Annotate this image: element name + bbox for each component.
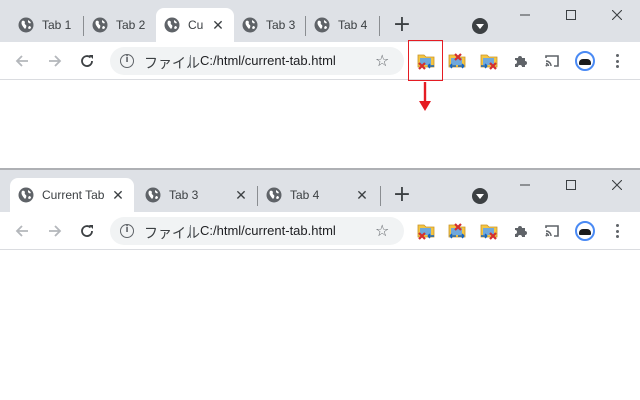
close-tab-icon[interactable]: ✕ [233,187,249,203]
browser-window-after: Current Tab ✕ Tab 3 ✕ Tab 4 ✕ + i ファイル C… [0,170,640,400]
omnibox-divider [190,55,191,68]
close-tab-icon[interactable]: ✕ [210,17,226,33]
profile-avatar[interactable] [575,221,595,241]
tab-search-dropdown-icon[interactable] [472,18,488,34]
tab-strip: Tab 1 Tab 2 Cu ✕ Tab 3 Tab 4 + [0,0,640,42]
tab-strip: Current Tab ✕ Tab 3 ✕ Tab 4 ✕ + [0,170,640,212]
tab-2[interactable]: Tab 2 [84,8,156,42]
reload-button[interactable] [75,219,99,243]
globe-icon [18,187,34,203]
reload-icon [79,223,95,239]
close-window-button[interactable] [594,0,640,30]
omnibox-divider [190,225,191,238]
minimize-button[interactable] [502,0,548,30]
extension-highlight-box [408,40,443,81]
cast-icon[interactable] [544,223,560,239]
browser-window-before: Tab 1 Tab 2 Cu ✕ Tab 3 Tab 4 + i ファイル C:… [0,0,640,169]
tab-current-active[interactable]: Cu ✕ [156,8,234,42]
cast-icon[interactable] [544,53,560,69]
close-tab-icon[interactable]: ✕ [110,187,126,203]
maximize-button[interactable] [548,170,594,200]
tab-title: Tab 4 [290,188,320,202]
close-other-tabs-extension-icon[interactable] [447,221,467,241]
tab-title: Current Tab [42,188,105,202]
info-icon[interactable]: i [120,54,134,68]
close-other-tabs-extension-icon[interactable] [447,51,467,71]
globe-icon [266,187,282,203]
globe-icon [18,17,34,33]
reload-icon [79,53,95,69]
star-icon[interactable]: ☆ [375,51,389,70]
tab-search-dropdown-icon[interactable] [472,188,488,204]
back-button[interactable] [10,49,34,73]
toolbar: i ファイル C:/html/current-tab.html ☆ [0,42,640,80]
globe-icon [164,17,180,33]
forward-arrow-icon [47,53,63,69]
puzzle-icon[interactable] [512,223,528,239]
back-button[interactable] [10,219,34,243]
address-bar[interactable]: i ファイル C:/html/current-tab.html ☆ [110,47,404,75]
kebab-menu-icon[interactable] [609,223,625,239]
tab-title: Tab 3 [169,188,199,202]
reload-button[interactable] [75,49,99,73]
close-window-button[interactable] [594,170,640,200]
kebab-menu-icon[interactable] [609,53,625,69]
site-label: ファイル [144,55,200,71]
back-arrow-icon [14,53,30,69]
url-text[interactable]: C:/html/current-tab.html [200,223,336,238]
star-icon[interactable]: ☆ [375,221,389,240]
maximize-button[interactable] [548,0,594,30]
site-label: ファイル [144,225,200,241]
tab-4[interactable]: Tab 4 ✕ [258,178,378,212]
globe-icon [92,17,108,33]
url-text[interactable]: C:/html/current-tab.html [200,53,336,68]
tab-title: Tab 1 [42,18,72,32]
forward-button[interactable] [43,219,67,243]
new-tab-button[interactable]: + [390,184,414,208]
close-tabs-right-extension-icon[interactable] [479,221,499,241]
forward-arrow-icon [47,223,63,239]
close-current-tab-extension-icon[interactable] [416,221,436,241]
tab-4[interactable]: Tab 4 [306,8,378,42]
tab-1[interactable]: Tab 1 [10,8,82,42]
forward-button[interactable] [43,49,67,73]
address-bar[interactable]: i ファイル C:/html/current-tab.html ☆ [110,217,404,245]
close-tabs-right-extension-icon[interactable] [479,51,499,71]
globe-icon [242,17,258,33]
toolbar: i ファイル C:/html/current-tab.html ☆ [0,212,640,250]
close-tab-icon[interactable]: ✕ [354,187,370,203]
puzzle-icon[interactable] [512,53,528,69]
globe-icon [314,17,330,33]
tab-title: Cu [188,18,204,32]
tab-divider [379,16,380,36]
minimize-button[interactable] [502,170,548,200]
down-arrow-annotation [419,82,431,111]
tab-title: Tab 3 [266,18,296,32]
profile-avatar[interactable] [575,51,595,71]
tab-current-active[interactable]: Current Tab ✕ [10,178,134,212]
new-tab-button[interactable]: + [390,14,414,38]
tab-3[interactable]: Tab 3 ✕ [137,178,257,212]
globe-icon [145,187,161,203]
tab-3[interactable]: Tab 3 [234,8,306,42]
tab-title: Tab 2 [116,18,146,32]
back-arrow-icon [14,223,30,239]
tab-title: Tab 4 [338,18,368,32]
tab-divider [380,186,381,206]
info-icon[interactable]: i [120,224,134,238]
